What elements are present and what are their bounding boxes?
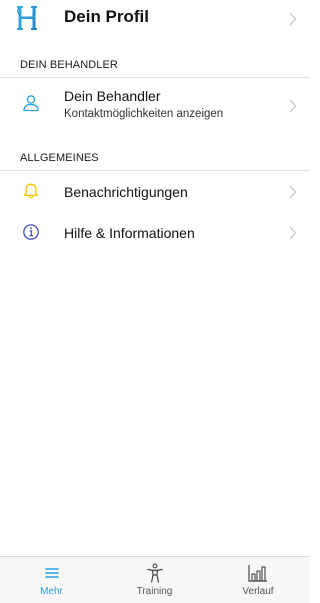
menu-icon [44, 568, 59, 578]
tab-label-training: Training [136, 586, 173, 597]
info-icon [23, 224, 39, 240]
behandler-title: Dein Behandler [64, 88, 161, 104]
more-screen: Dein Profil DEIN BEHANDLER Dein Behandle… [0, 0, 310, 603]
behandler-subtitle: Kontaktmöglichkeiten anzeigen [64, 108, 224, 120]
chevron-right-icon [289, 12, 297, 26]
profile-title: Dein Profil [64, 7, 150, 26]
help-row[interactable]: Hilfe & Informationen [0, 212, 310, 252]
figure-icon [146, 563, 163, 583]
chevron-right-icon [289, 99, 297, 113]
profile-row[interactable]: Dein Profil [0, 0, 310, 38]
tab-label-verlauf: Verlauf [242, 586, 274, 597]
section-header-behandler: DEIN BEHANDLER [20, 59, 118, 71]
help-title: Hilfe & Informationen [64, 225, 195, 241]
bell-icon [23, 183, 39, 199]
chevron-right-icon [289, 226, 297, 240]
tab-bar: Mehr Training Verlauf [0, 556, 310, 603]
chevron-right-icon [289, 185, 297, 199]
notifications-row[interactable]: Benachrichtigungen [0, 171, 310, 211]
bar-chart-icon [248, 565, 267, 582]
tab-mehr[interactable]: Mehr [0, 557, 103, 603]
behandler-row[interactable]: Dein Behandler Kontaktmöglichkeiten anze… [0, 78, 310, 128]
tab-verlauf[interactable]: Verlauf [206, 557, 310, 603]
notifications-title: Benachrichtigungen [64, 184, 188, 200]
tab-training[interactable]: Training [103, 557, 206, 603]
h-logo-icon [17, 6, 37, 30]
person-icon [23, 95, 39, 112]
section-header-allgemeines: ALLGEMEINES [20, 152, 99, 164]
tab-label-mehr: Mehr [40, 586, 63, 597]
